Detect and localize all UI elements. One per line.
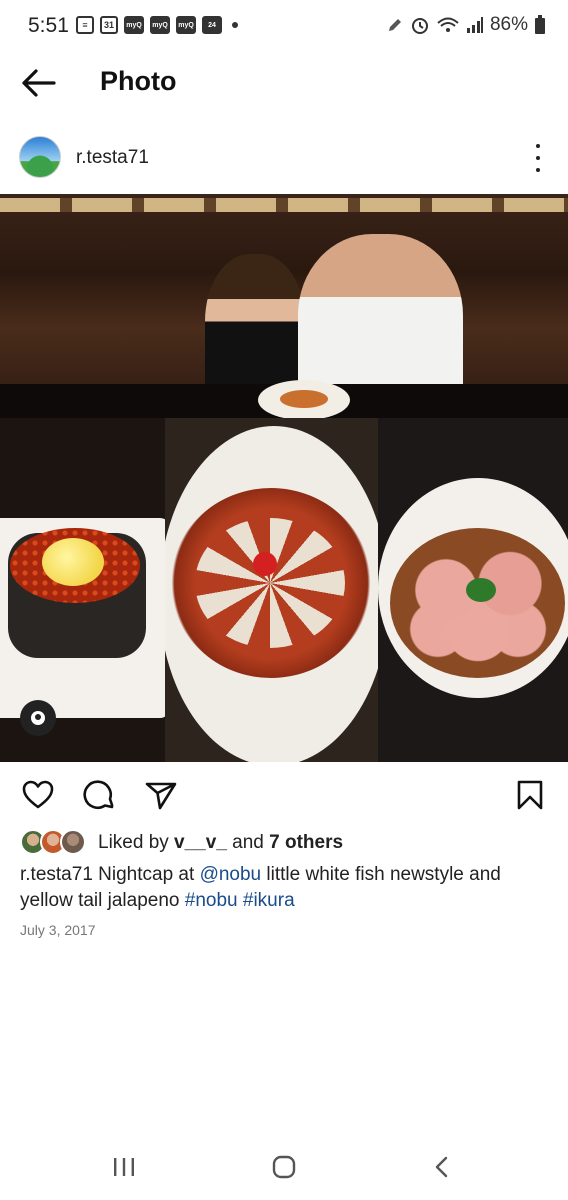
- avatar[interactable]: [19, 136, 61, 178]
- page-title: Photo: [100, 66, 177, 96]
- post-date: July 3, 2017: [20, 922, 96, 938]
- myq-icon: myQ: [150, 16, 170, 34]
- likes-prefix: Liked by: [98, 832, 175, 853]
- like-button[interactable]: [21, 778, 55, 812]
- caption-text: Nightcap at: [92, 864, 200, 885]
- dot-icon: [536, 144, 540, 148]
- avatar: [60, 829, 86, 855]
- caption-hashtag[interactable]: #ikura: [243, 890, 295, 911]
- back-button[interactable]: [18, 66, 58, 100]
- dot-icon: [536, 168, 540, 172]
- caption-hashtag[interactable]: #nobu: [185, 890, 238, 911]
- notification-icons: ≡ 31 myQ myQ myQ 24: [76, 16, 238, 34]
- post-username[interactable]: r.testa71: [76, 147, 149, 169]
- likes-summary[interactable]: Liked by v__v_ and 7 others: [20, 828, 343, 858]
- post-caption: r.testa71 Nightcap at @nobu little white…: [20, 862, 540, 914]
- myq-icon: myQ: [176, 16, 196, 34]
- app-bar: Photo: [0, 52, 568, 114]
- arrow-left-icon: [22, 69, 56, 97]
- more-notifications-dot-icon: [232, 22, 238, 28]
- send-icon: [145, 782, 177, 810]
- likes-text: Liked by v__v_ and 7 others: [98, 832, 343, 854]
- calendar-31-icon: 31: [100, 16, 118, 34]
- photo-white-fish-newstyle: [165, 418, 378, 762]
- battery-percent: 86%: [489, 14, 528, 35]
- likes-others-link[interactable]: 7 others: [269, 832, 343, 853]
- photo-couple-at-table: [0, 194, 568, 420]
- caption-username[interactable]: r.testa71: [20, 864, 93, 885]
- signal-icon: [466, 17, 483, 33]
- comment-button[interactable]: [83, 778, 117, 812]
- liker-username[interactable]: v__v_: [174, 832, 227, 853]
- status-right: 86%: [386, 14, 546, 36]
- chevron-left-icon: [435, 1156, 448, 1178]
- photo-yellowtail-jalapeno: [378, 418, 568, 762]
- news-icon: ≡: [76, 16, 94, 34]
- dot-icon: [536, 156, 540, 160]
- heart-icon: [22, 780, 54, 809]
- back-nav-button[interactable]: [424, 1152, 460, 1182]
- more-options-button[interactable]: [528, 144, 548, 172]
- recent-apps-icon: [114, 1158, 134, 1176]
- post-photo[interactable]: [0, 194, 568, 762]
- wifi-icon: [437, 17, 459, 32]
- home-button[interactable]: [266, 1152, 302, 1182]
- bookmark-icon: [517, 780, 543, 810]
- likes-connector: and: [226, 832, 270, 853]
- myq-icon: myQ: [124, 16, 144, 34]
- save-button[interactable]: [513, 778, 547, 812]
- battery-icon: [535, 15, 545, 34]
- tagged-users-button[interactable]: [20, 700, 56, 736]
- calendar-24-icon: 24: [202, 16, 222, 34]
- person-icon: [31, 711, 45, 725]
- share-button[interactable]: [144, 778, 178, 812]
- system-nav-bar: [0, 1140, 568, 1200]
- photo-ikura-sushi: [0, 418, 165, 762]
- liker-avatars: [20, 829, 90, 857]
- recent-apps-button[interactable]: [106, 1152, 142, 1182]
- caption-mention[interactable]: @nobu: [200, 864, 262, 885]
- status-bar: 5:51 ≡ 31 myQ myQ myQ 24 86%: [0, 0, 568, 52]
- pencil-icon: [388, 19, 401, 31]
- home-icon: [272, 1155, 296, 1179]
- comment-icon: [83, 780, 114, 809]
- post-header: r.testa71: [0, 130, 568, 188]
- alarm-icon: [411, 18, 428, 34]
- post-actions: [0, 772, 568, 818]
- status-time: 5:51: [28, 14, 69, 37]
